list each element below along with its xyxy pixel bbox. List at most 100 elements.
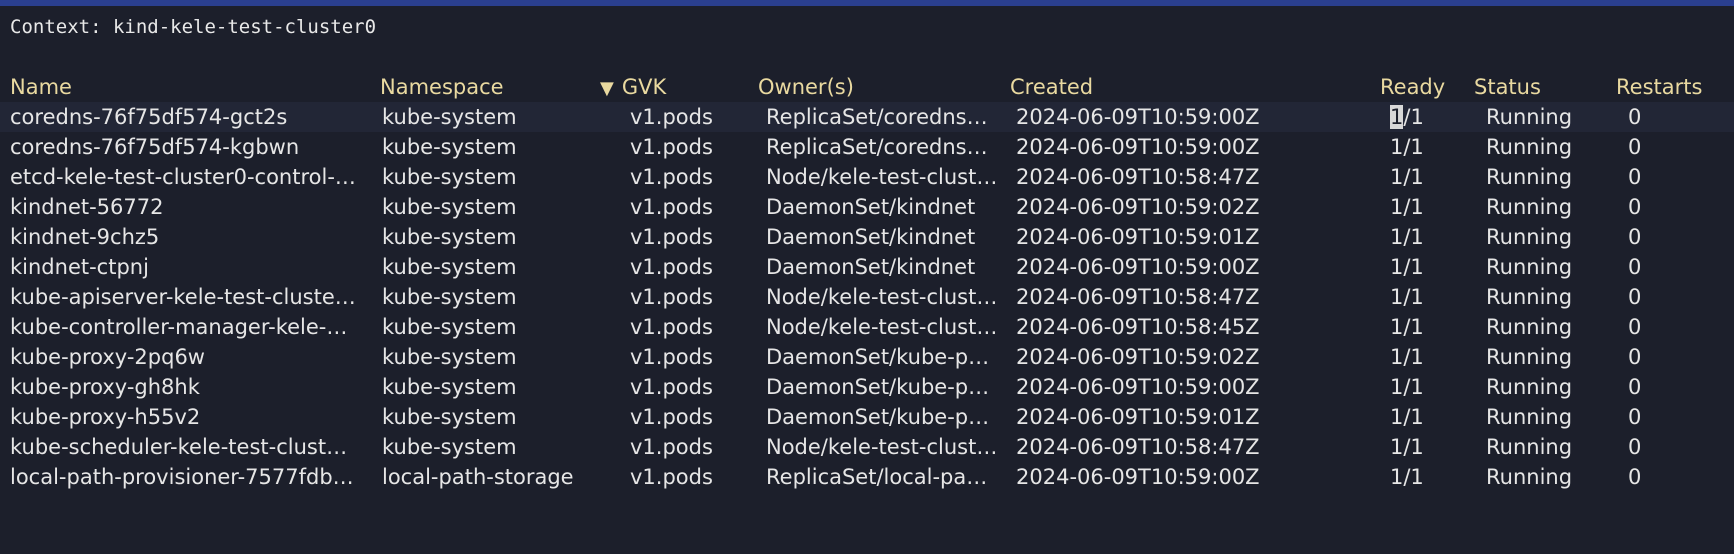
row-restarts: 0 <box>1628 375 1642 399</box>
row-restarts: 0 <box>1628 195 1642 219</box>
row-status: Running <box>1486 435 1573 459</box>
row-owner: Node/kele-test-clust… <box>766 285 998 309</box>
row-status: Running <box>1486 465 1573 489</box>
row-ready: 1/1 <box>1390 165 1424 189</box>
header-restarts[interactable]: Restarts <box>1616 72 1726 102</box>
row-namespace: kube-system <box>382 165 517 189</box>
table-row[interactable]: etcd-kele-test-cluster0-control-… kube-s… <box>0 162 1734 192</box>
row-created: 2024-06-09T10:59:00Z <box>1016 375 1260 399</box>
row-status: Running <box>1486 255 1573 279</box>
sort-descending-icon: ▼ <box>600 78 614 99</box>
row-gvk: v1.pods <box>630 375 713 399</box>
row-restarts: 0 <box>1628 285 1642 309</box>
row-namespace: local-path-storage <box>382 465 574 489</box>
row-name: kube-proxy-h55v2 <box>10 405 201 429</box>
table-row[interactable]: kindnet-ctpnj kube-system v1.pods Daemon… <box>0 252 1734 282</box>
row-status: Running <box>1486 195 1573 219</box>
row-restarts: 0 <box>1628 105 1642 129</box>
table-row[interactable]: kube-proxy-gh8hk kube-system v1.pods Dae… <box>0 372 1734 402</box>
row-name: kube-controller-manager-kele-… <box>10 315 348 339</box>
row-restarts: 0 <box>1628 225 1642 249</box>
row-owner: DaemonSet/kube-p… <box>766 375 990 399</box>
row-restarts: 0 <box>1628 435 1642 459</box>
row-restarts: 0 <box>1628 405 1642 429</box>
row-gvk: v1.pods <box>630 285 713 309</box>
table-row[interactable]: kindnet-56772 kube-system v1.pods Daemon… <box>0 192 1734 222</box>
header-name[interactable]: Name <box>10 72 375 102</box>
row-created: 2024-06-09T10:59:02Z <box>1016 195 1260 219</box>
pods-table: Name Namespace ▼ GVK Owner(s) Created Rea… <box>0 72 1734 492</box>
row-owner: DaemonSet/kindnet <box>766 255 976 279</box>
row-ready: 1/1 <box>1390 255 1424 279</box>
row-restarts: 0 <box>1628 165 1642 189</box>
row-created: 2024-06-09T10:59:00Z <box>1016 465 1260 489</box>
row-name: kindnet-9chz5 <box>10 225 160 249</box>
row-created: 2024-06-09T10:58:47Z <box>1016 435 1260 459</box>
table-header-row: Name Namespace ▼ GVK Owner(s) Created Rea… <box>0 72 1734 102</box>
row-gvk: v1.pods <box>630 405 713 429</box>
row-created: 2024-06-09T10:59:00Z <box>1016 105 1260 129</box>
header-owner[interactable]: Owner(s) <box>758 72 998 102</box>
header-ready[interactable]: Ready <box>1380 72 1460 102</box>
header-namespace[interactable]: Namespace <box>380 72 595 102</box>
row-status: Running <box>1486 105 1573 129</box>
table-row[interactable]: kube-apiserver-kele-test-cluste… kube-sy… <box>0 282 1734 312</box>
row-name: etcd-kele-test-cluster0-control-… <box>10 165 356 189</box>
header-gvk-label: GVK <box>621 75 667 99</box>
row-namespace: kube-system <box>382 345 517 369</box>
row-ready: 1/1 <box>1390 315 1424 339</box>
context-label: Context: kind-kele-test-cluster0 <box>10 16 377 38</box>
row-status: Running <box>1486 225 1573 249</box>
table-row[interactable]: coredns-76f75df574-kgbwn kube-system v1.… <box>0 132 1734 162</box>
row-created: 2024-06-09T10:58:47Z <box>1016 165 1260 189</box>
row-restarts: 0 <box>1628 255 1642 279</box>
table-row[interactable]: kube-controller-manager-kele-… kube-syst… <box>0 312 1734 342</box>
row-gvk: v1.pods <box>630 165 713 189</box>
row-namespace: kube-system <box>382 225 517 249</box>
table-row[interactable]: kube-proxy-h55v2 kube-system v1.pods Dae… <box>0 402 1734 432</box>
row-created: 2024-06-09T10:59:00Z <box>1016 255 1260 279</box>
table-row[interactable]: coredns-76f75df574-gct2s kube-system v1.… <box>0 102 1734 132</box>
header-gvk[interactable]: ▼ GVK <box>600 72 760 104</box>
row-status: Running <box>1486 285 1573 309</box>
row-created: 2024-06-09T10:58:45Z <box>1016 315 1260 339</box>
row-name: kube-apiserver-kele-test-cluste… <box>10 285 356 309</box>
row-owner: DaemonSet/kindnet <box>766 225 976 249</box>
row-name: kindnet-ctpnj <box>10 255 149 279</box>
row-owner: DaemonSet/kube-p… <box>766 345 990 369</box>
row-name: kube-scheduler-kele-test-clust… <box>10 435 348 459</box>
row-created: 2024-06-09T10:58:47Z <box>1016 285 1260 309</box>
row-name: kube-proxy-2pq6w <box>10 345 205 369</box>
row-ready: 1/1 <box>1390 405 1424 429</box>
row-namespace: kube-system <box>382 255 517 279</box>
row-ready: 1/1 <box>1390 195 1424 219</box>
row-owner: DaemonSet/kube-p… <box>766 405 990 429</box>
row-namespace: kube-system <box>382 195 517 219</box>
row-owner: Node/kele-test-clust… <box>766 165 998 189</box>
row-status: Running <box>1486 165 1573 189</box>
row-created: 2024-06-09T10:59:02Z <box>1016 345 1260 369</box>
row-namespace: kube-system <box>382 135 517 159</box>
row-gvk: v1.pods <box>630 465 713 489</box>
table-row[interactable]: kindnet-9chz5 kube-system v1.pods Daemon… <box>0 222 1734 252</box>
row-namespace: kube-system <box>382 405 517 429</box>
table-row[interactable]: local-path-provisioner-7577fdb… local-pa… <box>0 462 1734 492</box>
row-gvk: v1.pods <box>630 135 713 159</box>
table-row[interactable]: kube-proxy-2pq6w kube-system v1.pods Dae… <box>0 342 1734 372</box>
row-owner: DaemonSet/kindnet <box>766 195 976 219</box>
row-ready: 1/1 <box>1390 225 1424 249</box>
header-created[interactable]: Created <box>1010 72 1280 102</box>
row-created: 2024-06-09T10:59:01Z <box>1016 225 1260 249</box>
row-name: kindnet-56772 <box>10 195 164 219</box>
row-restarts: 0 <box>1628 315 1642 339</box>
row-gvk: v1.pods <box>630 345 713 369</box>
table-row[interactable]: kube-scheduler-kele-test-clust… kube-sys… <box>0 432 1734 462</box>
row-ready: 1/1 <box>1390 375 1424 399</box>
row-namespace: kube-system <box>382 105 517 129</box>
row-name: coredns-76f75df574-gct2s <box>10 105 288 129</box>
row-ready: 1/1 <box>1390 435 1424 459</box>
row-owner: Node/kele-test-clust… <box>766 435 998 459</box>
header-status[interactable]: Status <box>1474 72 1584 102</box>
row-gvk: v1.pods <box>630 255 713 279</box>
row-gvk: v1.pods <box>630 105 713 129</box>
